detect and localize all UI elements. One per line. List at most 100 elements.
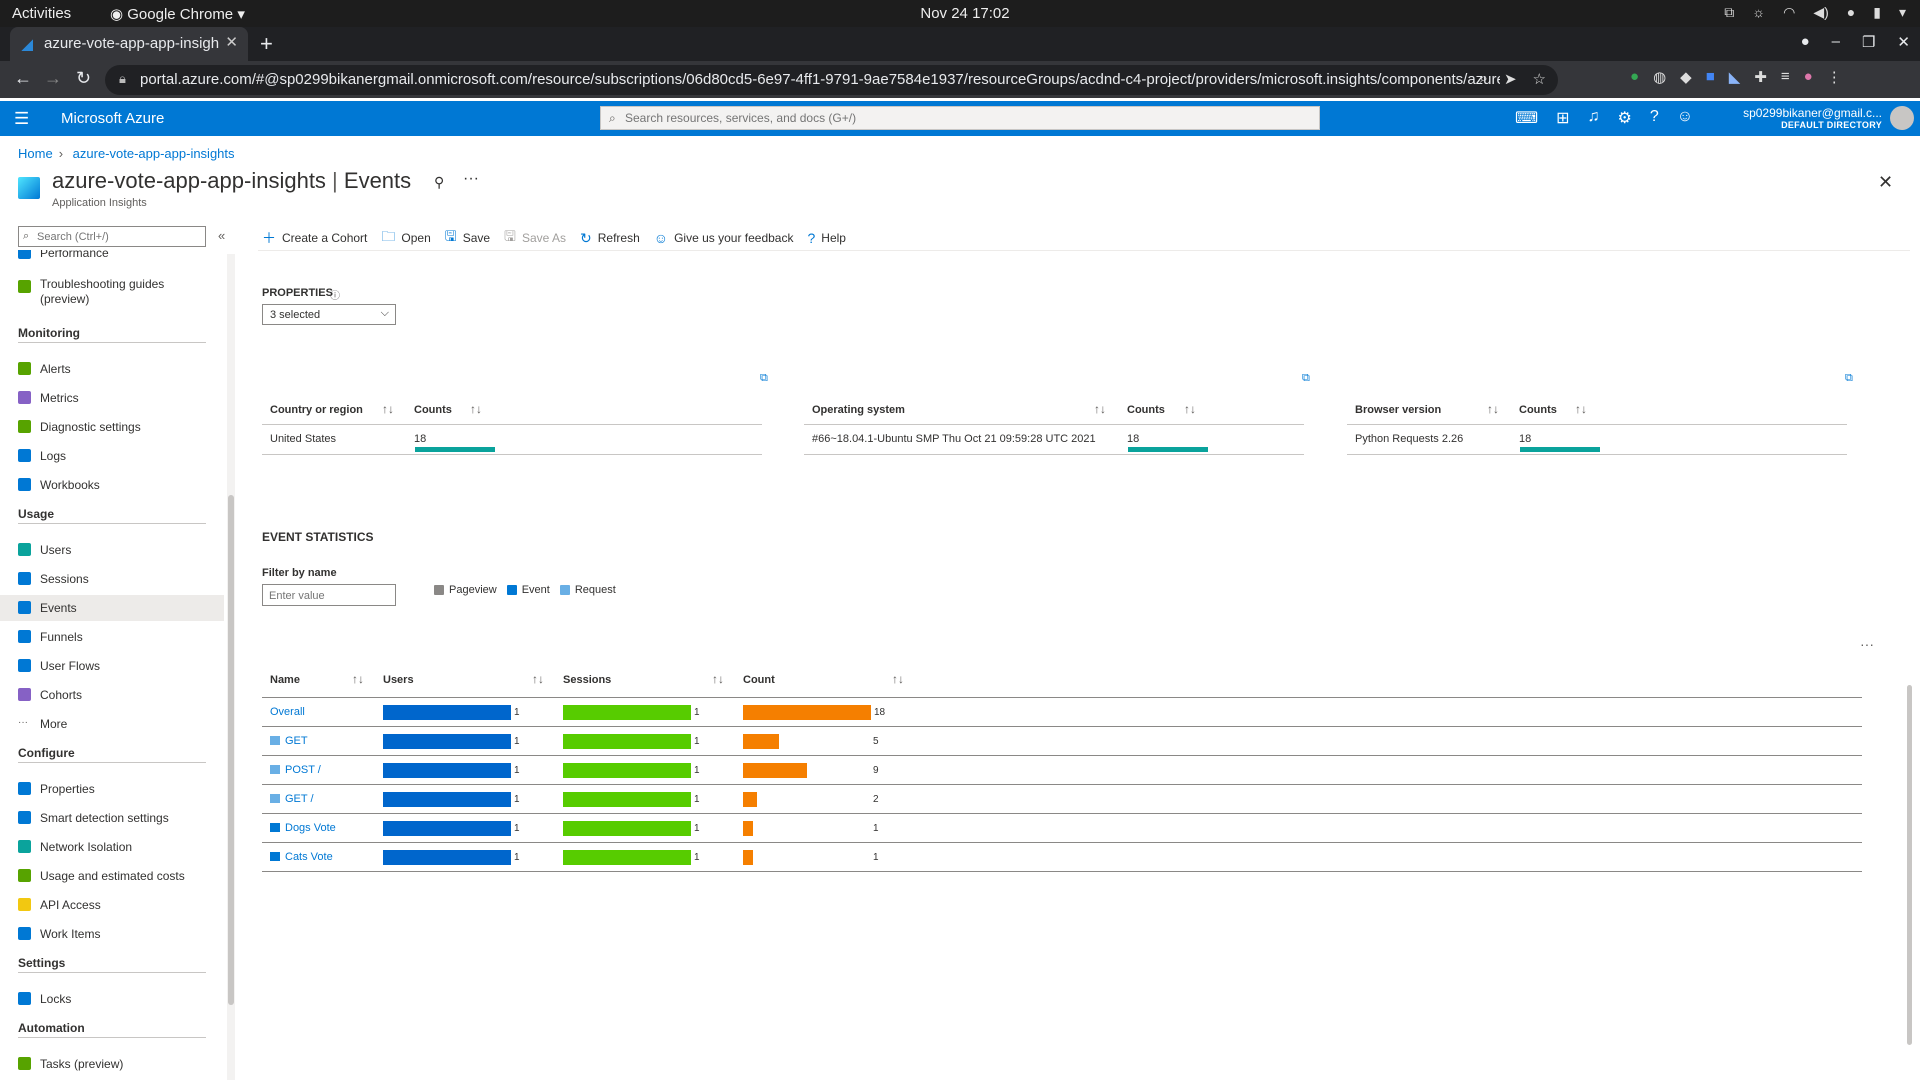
sort-icon[interactable]: ↑↓	[1184, 402, 1196, 416]
sidebar-item-partial[interactable]: Performance	[0, 250, 224, 266]
sidebar-item-funnels[interactable]: Funnels	[0, 624, 224, 650]
sidebar-item-locks[interactable]: Locks	[0, 986, 224, 1012]
sort-icon[interactable]: ↑↓	[1487, 402, 1499, 416]
system-tray[interactable]: ⧉ ☼ ◠ ◀) ● ▮ ▾	[1724, 4, 1906, 21]
give-us-your-feedback-button[interactable]: ☺ Give us your feedback	[654, 226, 794, 250]
grammarly-icon[interactable]: ●	[1630, 68, 1639, 86]
table-row[interactable]: GET 1 1 5	[262, 726, 1862, 755]
event-name[interactable]: Overall	[270, 706, 305, 718]
event-name[interactable]: GET /	[270, 793, 314, 805]
sort-icon[interactable]: ↑↓	[382, 402, 394, 416]
table-row[interactable]: GET / 1 1 2	[262, 784, 1862, 813]
new-tab-icon[interactable]: +	[260, 31, 273, 57]
forward-icon[interactable]: →	[44, 68, 62, 89]
send-icon[interactable]: ➤	[1504, 70, 1517, 88]
sidebar-item-diagnostic-settings[interactable]: Diagnostic settings	[0, 414, 224, 440]
help-question-icon[interactable]: ?	[1650, 108, 1659, 128]
sidebar-item-smart-detection-settings[interactable]: Smart detection settings	[0, 805, 224, 831]
browser-tab[interactable]: ◢ azure-vote-app-app-insigh ✕	[10, 27, 248, 61]
reload-icon[interactable]: ↻	[76, 68, 91, 89]
sort-icon[interactable]: ↑↓	[1575, 402, 1587, 416]
breadcrumb-resource[interactable]: azure-vote-app-app-insights	[73, 146, 235, 161]
tab-close-icon[interactable]: ✕	[225, 33, 238, 51]
azure-brand[interactable]: Microsoft Azure	[61, 110, 164, 127]
sidebar-item-usage-and-estimated-costs[interactable]: Usage and estimated costs	[0, 863, 224, 889]
sort-icon[interactable]: ↑↓	[470, 402, 482, 416]
main-scroll-thumb[interactable]	[1907, 685, 1912, 1045]
save-button[interactable]: 🖫︎ Save	[445, 226, 490, 250]
table-row[interactable]: Dogs Vote 1 1 1	[262, 813, 1862, 842]
pin-to-dashboard-icon[interactable]: ⧉	[1302, 372, 1316, 384]
settings-gear-icon[interactable]: ⚙	[1618, 108, 1632, 128]
restore-icon[interactable]: ❐	[1862, 33, 1875, 51]
create-a-cohort-button[interactable]: ＋ Create a Cohort	[262, 226, 367, 250]
sidebar-item-more[interactable]: ··· More	[0, 711, 224, 737]
info-icon[interactable]: ⓘ	[330, 287, 340, 302]
sidebar-item-work-items[interactable]: Work Items	[0, 921, 224, 947]
sort-icon[interactable]: ↑↓	[712, 672, 724, 686]
sidebar-item-user-flows[interactable]: User Flows	[0, 653, 224, 679]
sidebar-item-properties[interactable]: Properties	[0, 776, 224, 802]
extension-icon[interactable]: ■	[1706, 68, 1715, 86]
sidebar-item-cohorts[interactable]: Cohorts	[0, 682, 224, 708]
zoom-icon[interactable]: ⌕	[1480, 70, 1488, 88]
lock-icon[interactable]: 🔒︎	[119, 71, 126, 87]
event-name[interactable]: GET	[270, 735, 308, 747]
sidebar-item-api-access[interactable]: API Access	[0, 892, 224, 918]
sidebar-item-network-isolation[interactable]: Network Isolation	[0, 834, 224, 860]
filter-field[interactable]	[262, 584, 396, 606]
pin-to-dashboard-icon[interactable]: ⧉	[1845, 372, 1859, 384]
extension-icon[interactable]: ◆	[1680, 68, 1692, 86]
sidebar-search-input[interactable]	[37, 229, 201, 244]
sidebar-scroll-thumb[interactable]	[228, 495, 234, 1005]
extension-icon[interactable]: ◍	[1653, 68, 1666, 86]
event-name[interactable]: Dogs Vote	[270, 822, 336, 834]
back-icon[interactable]: ←	[14, 68, 32, 89]
close-blade-icon[interactable]: ✕	[1878, 172, 1893, 193]
sort-icon[interactable]: ↑↓	[1094, 402, 1106, 416]
sidebar-item-tasks-preview[interactable]: Tasks (preview)	[0, 1051, 224, 1077]
more-options-icon[interactable]: ···	[463, 170, 479, 188]
sidebar-item-users[interactable]: Users	[0, 537, 224, 563]
sidebar-item-metrics[interactable]: Metrics	[0, 385, 224, 411]
open-button[interactable]: 🗀︎ Open	[381, 226, 430, 250]
filter-input[interactable]	[269, 588, 389, 603]
profile-avatar-icon[interactable]: ●	[1804, 68, 1813, 86]
reading-list-icon[interactable]: ≡	[1781, 68, 1790, 86]
table-row[interactable]: Overall 1 1 18	[262, 697, 1862, 726]
directory-filter-icon[interactable]: ⊞	[1556, 108, 1569, 128]
event-name[interactable]: POST /	[270, 764, 321, 776]
table-row[interactable]: POST / 1 1 9	[262, 755, 1862, 784]
breadcrumb-home[interactable]: Home	[18, 146, 53, 161]
global-search-input[interactable]	[625, 110, 1305, 126]
pin-to-dashboard-icon[interactable]: ⧉	[760, 372, 774, 384]
minimize-icon[interactable]: –	[1832, 33, 1840, 51]
sidebar-item-logs[interactable]: Logs	[0, 443, 224, 469]
sidebar-search[interactable]: ⌕	[18, 226, 206, 247]
url-text[interactable]: portal.azure.com/#@sp0299bikanergmail.on…	[140, 71, 1500, 88]
refresh-button[interactable]: ↻ Refresh	[580, 226, 640, 250]
app-menu[interactable]: ◉ Google Chrome ▾	[110, 5, 245, 23]
table-more-icon[interactable]: ···	[1860, 636, 1874, 652]
sort-icon[interactable]: ↑↓	[352, 672, 364, 686]
collapse-sidebar-icon[interactable]: «	[218, 228, 225, 243]
event-name[interactable]: Cats Vote	[270, 851, 333, 863]
bookmark-star-icon[interactable]: ☆	[1533, 70, 1546, 88]
avatar[interactable]	[1890, 106, 1914, 130]
sidebar-item-events[interactable]: Events	[0, 595, 224, 621]
cloud-shell-icon[interactable]: ⌨	[1515, 108, 1538, 128]
global-search[interactable]: ⌕	[600, 106, 1320, 130]
profile-dot-icon[interactable]: ●	[1801, 33, 1810, 51]
puzzle-icon[interactable]: ✚	[1754, 68, 1767, 86]
address-bar[interactable]: 🔒︎ portal.azure.com/#@sp0299bikanergmail…	[105, 65, 1558, 95]
pin-icon[interactable]: ⚲	[434, 174, 444, 191]
sort-icon[interactable]: ↑↓	[892, 672, 904, 686]
properties-dropdown[interactable]: 3 selected ⌵	[262, 304, 396, 325]
save-as-button[interactable]: 🖫︎ Save As	[504, 226, 566, 250]
notifications-icon[interactable]: ♫	[1588, 108, 1600, 128]
window-close-icon[interactable]: ✕	[1897, 33, 1910, 51]
sort-icon[interactable]: ↑↓	[532, 672, 544, 686]
clock[interactable]: Nov 24 17:02	[915, 5, 1015, 22]
activities-button[interactable]: Activities	[12, 5, 71, 22]
feedback-person-icon[interactable]: ☺	[1677, 108, 1693, 128]
